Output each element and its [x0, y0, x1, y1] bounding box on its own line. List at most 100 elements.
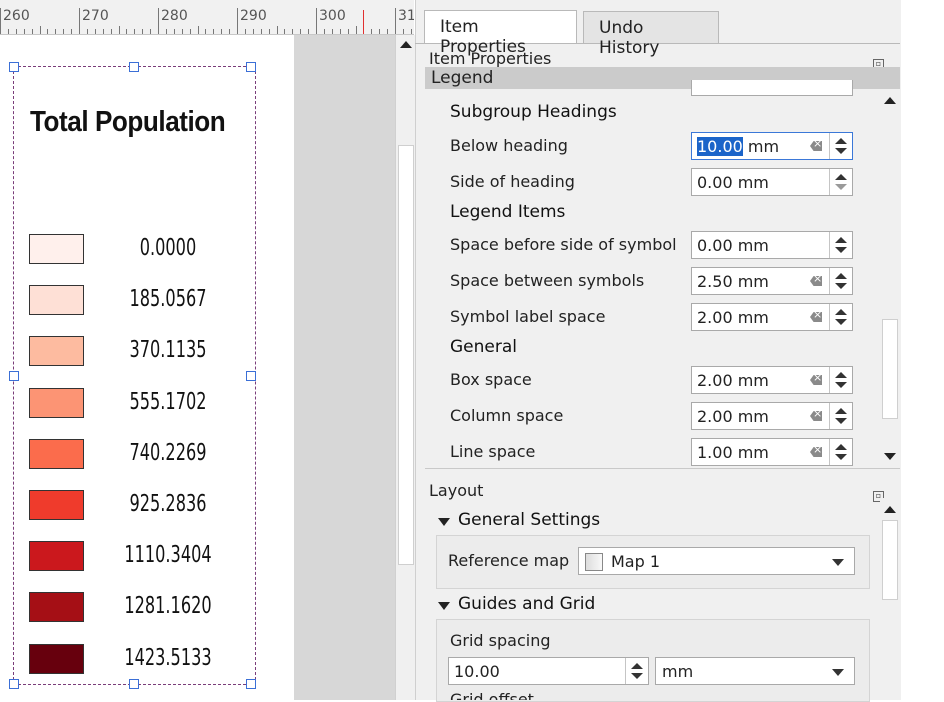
arrow-up-icon[interactable]	[835, 138, 847, 144]
tab-undo-history[interactable]: Undo History	[583, 11, 719, 58]
cut-off-combo[interactable]	[691, 80, 853, 96]
clear-icon[interactable]	[810, 312, 822, 322]
resize-handle[interactable]	[9, 679, 19, 689]
ruler-tick	[244, 29, 246, 34]
arrow-up-icon[interactable]	[631, 663, 643, 669]
resize-handle[interactable]	[129, 679, 139, 689]
scrollbar-thumb[interactable]	[882, 319, 898, 419]
chevron-down-icon[interactable]	[832, 559, 844, 566]
resize-handle[interactable]	[129, 62, 139, 72]
spin-arrows[interactable]	[829, 367, 852, 393]
arrow-down-icon[interactable]	[835, 319, 847, 325]
arrow-up-icon[interactable]	[835, 237, 847, 243]
side-of-heading-spinbox[interactable]: 0.00 mm	[691, 168, 853, 196]
grid-spacing-value[interactable]: 10.00	[454, 662, 500, 681]
arrow-up-icon[interactable]	[835, 273, 847, 279]
spin-arrows[interactable]	[829, 268, 852, 294]
box-space-spinbox[interactable]: 2.00 mm	[691, 366, 853, 394]
resize-handle[interactable]	[9, 62, 19, 72]
panel-controls: ▫×	[873, 483, 897, 521]
grid-unit-combo[interactable]: mm	[655, 657, 855, 685]
ruler-tick	[86, 29, 88, 34]
resize-handle[interactable]	[9, 371, 19, 381]
side-of-heading-value[interactable]: 0.00 mm	[697, 173, 769, 192]
collapse-icon[interactable]	[438, 518, 450, 526]
side-of-heading-label: Side of heading	[450, 172, 575, 191]
arrow-up-icon[interactable]	[835, 372, 847, 378]
panel-splitter[interactable]	[425, 468, 900, 481]
ruler-tick	[268, 29, 270, 34]
tab-item-properties[interactable]: Item Properties	[424, 10, 577, 57]
line-space-value[interactable]: 1.00 mm	[697, 443, 769, 462]
box-space-value[interactable]: 2.00 mm	[697, 371, 769, 390]
scrollbar-thumb[interactable]	[882, 520, 898, 600]
arrow-down-icon[interactable]	[835, 247, 847, 253]
scroll-up-icon[interactable]	[400, 41, 412, 48]
column-space-spinbox[interactable]: 2.00 mm	[691, 402, 853, 430]
general-settings-header[interactable]: General Settings	[458, 510, 600, 530]
spin-arrows[interactable]	[829, 169, 852, 195]
legend-label: 370.1135	[129, 337, 207, 364]
spin-arrows[interactable]	[829, 403, 852, 429]
map-icon	[585, 553, 603, 571]
space-between-symbols-value[interactable]: 2.50 mm	[697, 272, 769, 291]
resize-handle[interactable]	[246, 371, 256, 381]
arrow-up-icon[interactable]	[835, 444, 847, 450]
arrow-down-icon[interactable]	[835, 382, 847, 388]
space-before-side-value[interactable]: 0.00 mm	[697, 236, 769, 255]
resize-handle[interactable]	[246, 679, 256, 689]
spin-arrows[interactable]	[829, 439, 852, 465]
ruler-tick	[395, 8, 396, 34]
scroll-down-icon[interactable]	[884, 453, 896, 460]
reference-map-label: Reference map	[448, 551, 570, 570]
symbol-label-space-spinbox[interactable]: 2.00 mm	[691, 303, 853, 331]
ruler-tick	[205, 29, 207, 34]
arrow-down-icon[interactable]	[835, 454, 847, 460]
ruler-label: 280	[161, 8, 188, 24]
layout-scrollbar[interactable]	[880, 498, 900, 700]
spin-arrows[interactable]	[625, 658, 648, 684]
below-heading-value[interactable]: 10.00 mm	[697, 137, 779, 156]
chevron-down-icon[interactable]	[832, 669, 844, 676]
canvas-scrollbar[interactable]	[395, 35, 416, 700]
ruler-tick	[31, 29, 33, 34]
arrow-up-icon[interactable]	[835, 408, 847, 414]
line-space-spinbox[interactable]: 1.00 mm	[691, 438, 853, 466]
arrow-up-icon[interactable]	[835, 309, 847, 315]
arrow-down-icon[interactable]	[835, 283, 847, 289]
grid-spacing-spinbox[interactable]: 10.00	[448, 657, 649, 685]
arrow-down-icon[interactable]	[631, 673, 643, 679]
guides-and-grid-header[interactable]: Guides and Grid	[458, 594, 595, 614]
space-before-side-spinbox[interactable]: 0.00 mm	[691, 231, 853, 259]
scrollbar-thumb[interactable]	[398, 145, 414, 565]
ruler-tick	[347, 29, 349, 34]
reference-map-combo[interactable]: Map 1	[578, 547, 855, 575]
arrow-down-icon[interactable]	[835, 148, 847, 154]
item-properties-scrollbar[interactable]	[880, 89, 900, 467]
ruler-tick	[331, 29, 333, 34]
column-space-value[interactable]: 2.00 mm	[697, 407, 769, 426]
arrow-down-icon[interactable]	[835, 184, 847, 190]
clear-icon[interactable]	[810, 141, 822, 151]
symbol-label-space-value[interactable]: 2.00 mm	[697, 308, 769, 327]
clear-icon[interactable]	[810, 375, 822, 385]
resize-handle[interactable]	[246, 62, 256, 72]
space-between-symbols-spinbox[interactable]: 2.50 mm	[691, 267, 853, 295]
arrow-up-icon[interactable]	[835, 174, 847, 180]
scroll-up-icon[interactable]	[884, 506, 896, 513]
ruler-tick	[0, 8, 1, 34]
spin-arrows[interactable]	[829, 133, 852, 159]
clear-icon[interactable]	[810, 411, 822, 421]
scroll-up-icon[interactable]	[884, 97, 896, 104]
ruler-tick	[323, 29, 325, 34]
legend-label: 1423.5133	[124, 644, 212, 671]
arrow-down-icon[interactable]	[835, 418, 847, 424]
collapse-icon[interactable]	[438, 602, 450, 610]
spin-arrows[interactable]	[829, 304, 852, 330]
ruler-tick	[110, 29, 112, 34]
clear-icon[interactable]	[810, 447, 822, 457]
clear-icon[interactable]	[810, 276, 822, 286]
grid-offset-label: Grid offset	[450, 690, 534, 700]
below-heading-spinbox[interactable]: 10.00 mm	[691, 132, 853, 160]
spin-arrows[interactable]	[829, 232, 852, 258]
